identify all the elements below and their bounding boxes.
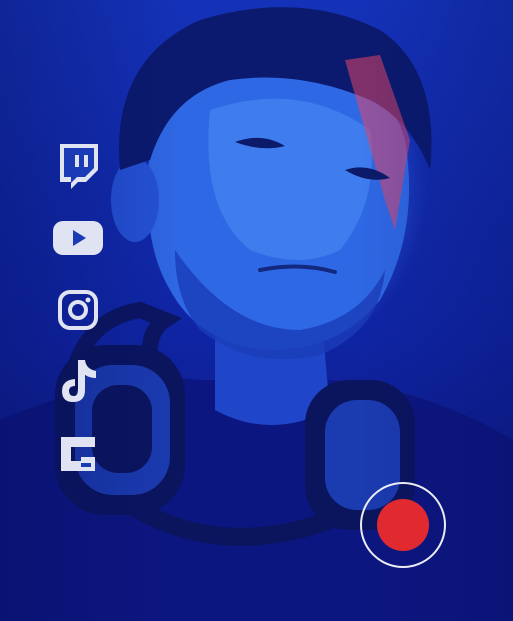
hero-background: [0, 0, 513, 621]
twitch-icon: [60, 144, 98, 189]
instagram-link[interactable]: [50, 274, 106, 346]
record-button[interactable]: [360, 482, 446, 568]
tiktok-icon: [62, 360, 96, 402]
youtube-icon: [53, 221, 103, 255]
gamejolt-link[interactable]: [50, 418, 106, 490]
social-links-rail: [50, 130, 106, 490]
tiktok-link[interactable]: [50, 346, 106, 418]
twitch-link[interactable]: [50, 130, 106, 202]
instagram-icon: [58, 290, 98, 330]
youtube-link[interactable]: [50, 202, 106, 274]
record-icon: [377, 499, 429, 551]
gamejolt-icon: [61, 437, 95, 471]
